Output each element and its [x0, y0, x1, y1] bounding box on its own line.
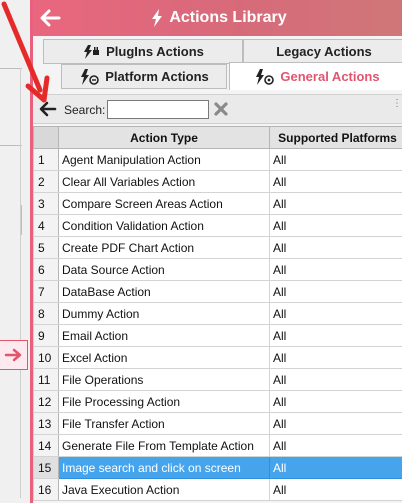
- table-row[interactable]: 10 Excel Action All: [33, 346, 402, 369]
- row-number[interactable]: 10: [33, 346, 59, 369]
- supported-platforms-cell[interactable]: All: [269, 170, 402, 193]
- action-type-cell[interactable]: File Processing Action: [58, 390, 270, 413]
- tab-label: PlugIns Actions: [106, 44, 204, 59]
- lightning-icon: [152, 9, 163, 27]
- divider: [20, 68, 21, 498]
- table-row[interactable]: 15 Image search and click on screen All: [33, 456, 402, 479]
- search-toolbar: Search: ⋮: [33, 94, 402, 124]
- action-type-cell[interactable]: Agent Manipulation Action: [58, 148, 270, 171]
- grid-header-row: Action Type Supported Platforms: [33, 126, 402, 149]
- supported-platforms-cell[interactable]: All: [269, 280, 402, 303]
- table-row[interactable]: 6 Data Source Action All: [33, 258, 402, 281]
- arrow-right-icon: [4, 348, 21, 362]
- row-number[interactable]: 7: [33, 280, 59, 303]
- tab-plugins-actions[interactable]: PlugIns Actions: [43, 39, 243, 64]
- action-type-cell[interactable]: File Transfer Action: [58, 412, 270, 435]
- supported-platforms-cell[interactable]: All: [269, 434, 402, 457]
- divider: [0, 145, 22, 146]
- page-title: Actions Library: [33, 0, 402, 36]
- tab-label: Legacy Actions: [276, 44, 372, 59]
- supported-platforms-cell[interactable]: All: [269, 236, 402, 259]
- row-number[interactable]: 6: [33, 258, 59, 281]
- table-row[interactable]: 16 Java Execution Action All: [33, 478, 402, 501]
- row-number[interactable]: 1: [33, 148, 59, 171]
- action-type-cell[interactable]: Clear All Variables Action: [58, 170, 270, 193]
- search-label: Search:: [64, 103, 106, 117]
- table-row[interactable]: 13 File Transfer Action All: [33, 412, 402, 435]
- action-type-cell[interactable]: Condition Validation Action: [58, 214, 270, 237]
- table-row[interactable]: 7 DataBase Action All: [33, 280, 402, 303]
- supported-platforms-cell[interactable]: All: [269, 346, 402, 369]
- platform-icon: [81, 68, 100, 85]
- row-number[interactable]: 3: [33, 192, 59, 215]
- supported-platforms-cell[interactable]: All: [269, 148, 402, 171]
- table-row[interactable]: 11 File Operations All: [33, 368, 402, 391]
- tab-label: Platform Actions: [105, 69, 209, 84]
- plugin-icon: [84, 44, 100, 59]
- row-header-corner[interactable]: [33, 126, 59, 149]
- supported-platforms-cell[interactable]: All: [269, 258, 402, 281]
- tab-bar: PlugIns Actions Legacy Actions Platform …: [33, 38, 402, 92]
- table-row[interactable]: 1 Agent Manipulation Action All: [33, 148, 402, 171]
- row-number[interactable]: 13: [33, 412, 59, 435]
- tab-legacy-actions[interactable]: Legacy Actions: [243, 39, 402, 64]
- row-number[interactable]: 4: [33, 214, 59, 237]
- supported-platforms-cell[interactable]: All: [269, 324, 402, 347]
- action-type-cell[interactable]: Compare Screen Areas Action: [58, 192, 270, 215]
- row-number[interactable]: 9: [33, 324, 59, 347]
- supported-platforms-cell[interactable]: All: [269, 456, 402, 479]
- table-row[interactable]: 5 Create PDF Chart Action All: [33, 236, 402, 259]
- row-number[interactable]: 5: [33, 236, 59, 259]
- tab-platform-actions[interactable]: Platform Actions: [61, 64, 227, 89]
- table-row[interactable]: 4 Condition Validation Action All: [33, 214, 402, 237]
- page-title-text: Actions Library: [169, 9, 287, 26]
- panel-header: Actions Library: [33, 0, 402, 36]
- action-type-cell[interactable]: Dummy Action: [58, 302, 270, 325]
- table-row[interactable]: 2 Clear All Variables Action All: [33, 170, 402, 193]
- expand-panel-button[interactable]: [0, 340, 28, 370]
- supported-platforms-cell[interactable]: All: [269, 214, 402, 237]
- column-header-supported-platforms[interactable]: Supported Platforms: [269, 126, 402, 149]
- back-arrow-icon[interactable]: [39, 101, 57, 117]
- row-number[interactable]: 16: [33, 478, 59, 501]
- row-number[interactable]: 15: [33, 456, 59, 479]
- supported-platforms-cell[interactable]: All: [269, 192, 402, 215]
- action-type-cell[interactable]: Email Action: [58, 324, 270, 347]
- table-row[interactable]: 14 Generate File From Template Action All: [33, 434, 402, 457]
- tab-general-actions[interactable]: General Actions: [229, 62, 402, 90]
- action-type-cell[interactable]: Generate File From Template Action: [58, 434, 270, 457]
- divider: [0, 68, 22, 69]
- table-row[interactable]: 3 Compare Screen Areas Action All: [33, 192, 402, 215]
- toolbar-overflow-icon[interactable]: ⋮: [392, 99, 402, 109]
- table-row[interactable]: 12 File Processing Action All: [33, 390, 402, 413]
- column-header-action-type[interactable]: Action Type: [58, 126, 270, 149]
- action-type-cell[interactable]: Create PDF Chart Action: [58, 236, 270, 259]
- row-number[interactable]: 14: [33, 434, 59, 457]
- row-number[interactable]: 2: [33, 170, 59, 193]
- divider: [8, 205, 22, 235]
- supported-platforms-cell[interactable]: All: [269, 368, 402, 391]
- row-number[interactable]: 12: [33, 390, 59, 413]
- action-type-cell[interactable]: File Operations: [58, 368, 270, 391]
- action-type-cell[interactable]: Image search and click on screen: [58, 456, 270, 479]
- clear-search-icon[interactable]: [213, 101, 229, 117]
- supported-platforms-cell[interactable]: All: [269, 390, 402, 413]
- action-type-cell[interactable]: Java Execution Action: [58, 478, 270, 501]
- supported-platforms-cell[interactable]: All: [269, 302, 402, 325]
- search-input[interactable]: [107, 100, 209, 119]
- action-type-cell[interactable]: DataBase Action: [58, 280, 270, 303]
- tab-label: General Actions: [280, 69, 380, 84]
- general-icon: [256, 68, 275, 85]
- actions-grid: Action Type Supported Platforms 1 Agent M…: [33, 126, 402, 501]
- action-type-cell[interactable]: Data Source Action: [58, 258, 270, 281]
- supported-platforms-cell[interactable]: All: [269, 412, 402, 435]
- row-number[interactable]: 8: [33, 302, 59, 325]
- actions-library-panel: Actions Library PlugIns Actions Legacy A…: [30, 0, 402, 503]
- row-number[interactable]: 11: [33, 368, 59, 391]
- supported-platforms-cell[interactable]: All: [269, 478, 402, 501]
- action-type-cell[interactable]: Excel Action: [58, 346, 270, 369]
- parent-window-strip: [0, 0, 30, 503]
- table-row[interactable]: 8 Dummy Action All: [33, 302, 402, 325]
- table-row[interactable]: 9 Email Action All: [33, 324, 402, 347]
